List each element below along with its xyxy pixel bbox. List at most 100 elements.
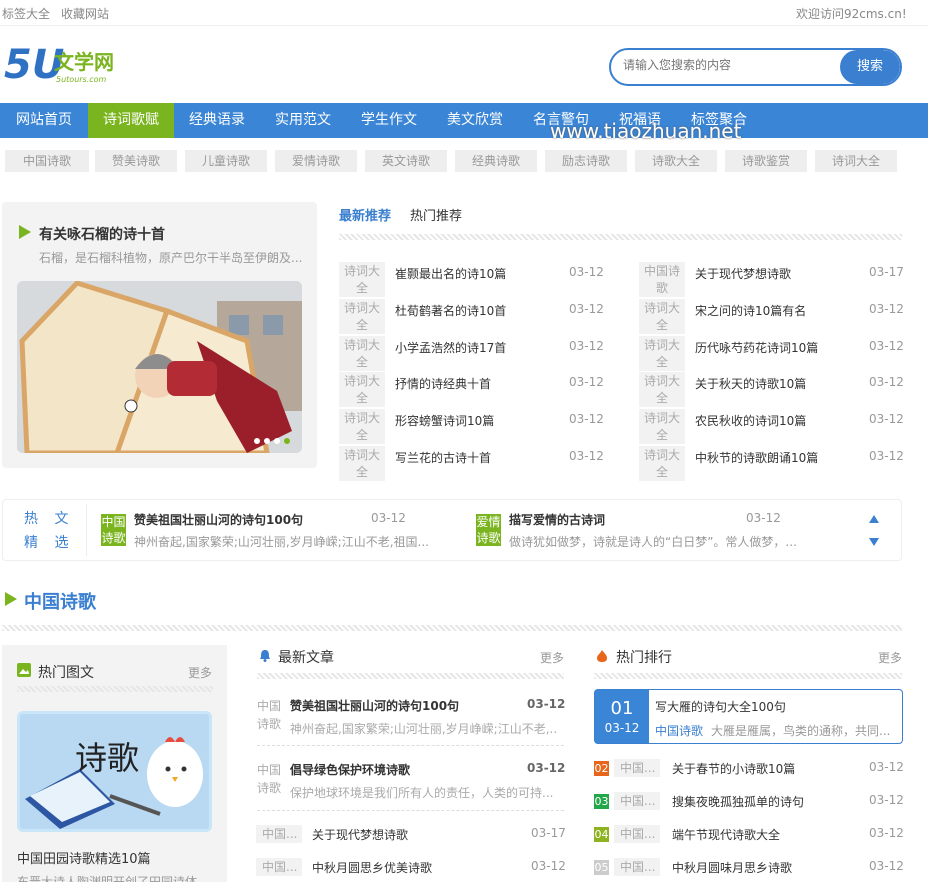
search-input[interactable] (623, 58, 843, 72)
tag-item[interactable]: 诗歌大全 (635, 150, 717, 172)
list-item[interactable]: 中国诗歌 关于现代梦想诗歌 03-17 (639, 262, 904, 299)
feature-title[interactable]: 有关咏石榴的诗十首 (39, 224, 165, 244)
item-desc: 神州奋起,国家繁荣;山河壮丽,岁月峥嵘;江山不老,... (290, 722, 558, 736)
item-title[interactable]: 关于秋天的诗歌10篇 (695, 375, 806, 392)
item-title[interactable]: 关于现代梦想诗歌 (312, 826, 408, 843)
divider (257, 673, 564, 679)
top-bar: 标签大全 收藏网站 欢迎访问92cms.cn! (0, 0, 928, 26)
top-rank-item[interactable]: 01 03-12 写大雁的诗句大全100句 中国诗歌 大雁是雁属，鸟类的通称，共… (594, 689, 903, 744)
tag-item[interactable]: 经典诗歌 (455, 150, 537, 172)
item-title[interactable]: 写兰花的古诗十首 (395, 449, 491, 466)
item-title[interactable]: 农民秋收的诗词10篇 (695, 412, 806, 429)
svg-text:5utours.com: 5utours.com (56, 75, 107, 84)
list-item[interactable]: 诗词大全 关于秋天的诗歌10篇 03-12 (639, 372, 904, 409)
more-link[interactable]: 更多 (188, 664, 212, 681)
item-date: 03-12 (569, 412, 604, 426)
more-link[interactable]: 更多 (540, 649, 564, 666)
tag-item[interactable]: 爱情诗歌 (275, 150, 357, 172)
more-link[interactable]: 更多 (878, 649, 902, 666)
item-desc: 做诗犹如做梦，诗就是诗人的“白日梦”。常人做梦，... (509, 535, 797, 549)
item-date: 03-12 (569, 449, 604, 463)
fire-icon (596, 649, 608, 666)
divider (257, 745, 564, 746)
tag-item[interactable]: 儿童诗歌 (185, 150, 267, 172)
list-item[interactable]: 诗词大全 杜荀鹤著名的诗10首 03-12 (339, 299, 604, 336)
feature-desc: 石榴，是石榴科植物，原产巴尔干半岛至伊朗及... (39, 251, 303, 265)
item-title[interactable]: 中秋月圆味月思乡诗歌 (672, 859, 792, 876)
list-item[interactable]: 诗词大全 形容螃蟹诗词10篇 03-12 (339, 409, 604, 446)
nav-prose[interactable]: 美文欣赏 (447, 103, 503, 138)
item-title[interactable]: 描写爱情的古诗词 (509, 511, 605, 528)
category-badge: 诗词大全 (339, 262, 385, 297)
item-title[interactable]: 搜集夜晚孤独孤单的诗句 (672, 793, 804, 810)
list-item[interactable]: 诗词大全 宋之问的诗10篇有名 03-12 (639, 299, 904, 336)
item-title[interactable]: 抒情的诗经典十首 (395, 375, 491, 392)
pic-caption[interactable]: 中国田园诗歌精选10篇 (17, 848, 151, 867)
item-title[interactable]: 关于春节的小诗歌10篇 (672, 760, 795, 777)
feature-image[interactable] (17, 281, 302, 453)
item-desc: 大雁是雁属，鸟类的通称，共同... (711, 724, 891, 738)
tag-item[interactable]: 励志诗歌 (545, 150, 627, 172)
item-title[interactable]: 关于现代梦想诗歌 (695, 265, 791, 282)
item-title[interactable]: 赞美祖国壮丽山河的诗句100句 (290, 697, 459, 714)
category-label: 中国诗歌 (257, 763, 282, 795)
nav-poetry[interactable]: 诗词歌赋 (88, 103, 174, 138)
item-title[interactable]: 崔颢最出名的诗10篇 (395, 265, 506, 282)
nav-essays[interactable]: 实用范文 (275, 103, 331, 138)
nav-home[interactable]: 网站首页 (0, 103, 88, 138)
site-logo[interactable]: 5U 文学网 5utours.com (4, 40, 134, 88)
item-date: 03-12 (569, 302, 604, 316)
item-title[interactable]: 中秋节的诗歌朗诵10篇 (695, 449, 818, 466)
item-title[interactable]: 赞美祖国壮丽山河的诗句100句 (134, 511, 303, 528)
list-item[interactable]: 诗词大全 历代咏芍药花诗词10篇 03-12 (639, 336, 904, 373)
welcome-text: 欢迎访问92cms.cn! (796, 7, 907, 21)
pic-image[interactable]: 诗歌 (17, 711, 212, 832)
section-title[interactable]: 中国诗歌 (24, 588, 96, 614)
tag-item[interactable]: 诗词大全 (815, 150, 897, 172)
list-item[interactable]: 诗词大全 崔颢最出名的诗10篇 03-12 (339, 262, 604, 299)
item-title[interactable]: 杜荀鹤著名的诗10首 (395, 302, 506, 319)
item-title[interactable]: 历代咏芍药花诗词10篇 (695, 339, 818, 356)
category-label[interactable]: 中国诗歌 (655, 722, 703, 739)
list-item[interactable]: 诗词大全 小学孟浩然的诗17首 03-12 (339, 336, 604, 373)
item-date: 03-17 (531, 826, 566, 840)
item-date: 03-12 (569, 339, 604, 353)
svg-text:诗歌: 诗歌 (75, 739, 139, 777)
tag-item[interactable]: 英文诗歌 (365, 150, 447, 172)
tag-item[interactable]: 中国诗歌 (5, 150, 89, 172)
tab-hot[interactable]: 热门推荐 (410, 205, 462, 224)
item-title[interactable]: 中秋月圆思乡优美诗歌 (312, 859, 432, 876)
item-title[interactable]: 端午节现代诗歌大全 (672, 826, 780, 843)
item-title[interactable]: 形容螃蟹诗词10篇 (395, 412, 494, 429)
arrow-down-icon[interactable] (868, 536, 880, 550)
panel-title: 热门图文 (38, 665, 94, 681)
category-badge: 诗词大全 (339, 372, 385, 407)
list-item[interactable]: 诗词大全 中秋节的诗歌朗诵10篇 03-12 (639, 446, 904, 483)
category-label: 中国... (614, 858, 660, 876)
item-title[interactable]: 倡导绿色保护环境诗歌 (290, 761, 410, 778)
panel-title: 热门排行 (616, 650, 672, 666)
item-title[interactable]: 小学孟浩然的诗17首 (395, 339, 506, 356)
tab-latest[interactable]: 最新推荐 (339, 205, 391, 224)
nav-quotes[interactable]: 经典语录 (189, 103, 245, 138)
hot-label-1: 热 文 (24, 511, 75, 527)
divider (86, 504, 87, 556)
tag-item[interactable]: 诗歌鉴赏 (725, 150, 807, 172)
arrow-up-icon[interactable] (868, 513, 880, 527)
item-date: 03-17 (869, 265, 904, 279)
list-item[interactable]: 诗词大全 抒情的诗经典十首 03-12 (339, 372, 604, 409)
item-title[interactable]: 宋之问的诗10篇有名 (695, 302, 806, 319)
item-title[interactable]: 写大雁的诗句大全100句 (655, 698, 786, 715)
search-box: 搜索 (609, 48, 902, 86)
nav-student[interactable]: 学生作文 (361, 103, 417, 138)
list-item[interactable]: 诗词大全 写兰花的古诗十首 03-12 (339, 446, 604, 483)
item-date: 03-12 (569, 265, 604, 279)
list-item[interactable]: 诗词大全 农民秋收的诗词10篇 03-12 (639, 409, 904, 446)
search-button[interactable]: 搜索 (840, 50, 900, 84)
divider (257, 810, 564, 811)
hot-picks-box (2, 499, 902, 561)
tag-item[interactable]: 赞美诗歌 (95, 150, 177, 172)
bookmark-link[interactable]: 收藏网站 (61, 5, 109, 22)
tag-list-link[interactable]: 标签大全 (2, 5, 50, 22)
item-date: 03-12 (531, 859, 566, 873)
